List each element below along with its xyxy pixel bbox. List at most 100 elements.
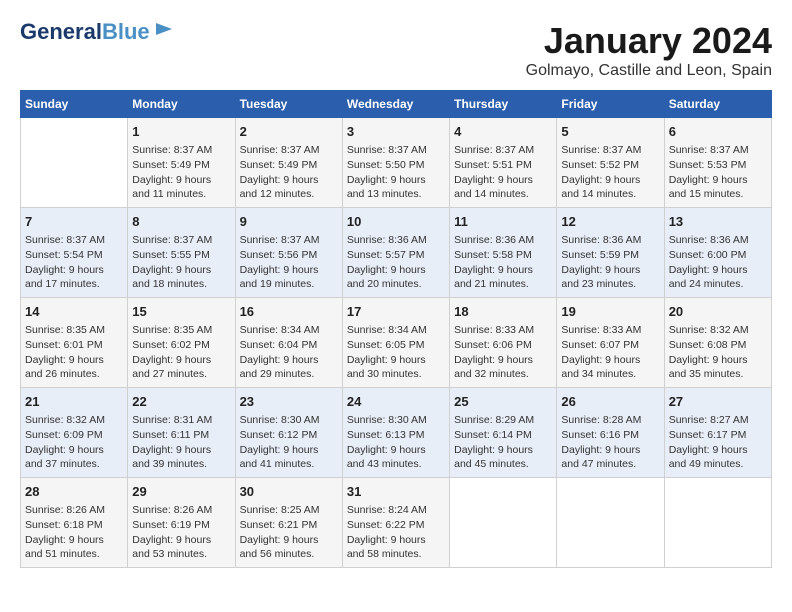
day-info-line: Daylight: 9 hours — [669, 173, 767, 188]
day-number: 23 — [240, 393, 338, 411]
day-info-line: Daylight: 9 hours — [669, 263, 767, 278]
day-number: 12 — [561, 213, 659, 231]
day-info-line: and 58 minutes. — [347, 547, 445, 562]
day-info-line: Sunrise: 8:37 AM — [669, 143, 767, 158]
day-info-line: Daylight: 9 hours — [561, 353, 659, 368]
day-info-line: Sunset: 5:54 PM — [25, 248, 123, 263]
day-number: 29 — [132, 483, 230, 501]
calendar-cell: 24Sunrise: 8:30 AMSunset: 6:13 PMDayligh… — [342, 388, 449, 478]
day-number: 28 — [25, 483, 123, 501]
day-number: 19 — [561, 303, 659, 321]
day-info-line: Sunset: 6:06 PM — [454, 338, 552, 353]
day-info-line: Sunset: 5:51 PM — [454, 158, 552, 173]
day-info-line: Sunrise: 8:33 AM — [561, 323, 659, 338]
day-info-line: Sunset: 5:58 PM — [454, 248, 552, 263]
header-friday: Friday — [557, 91, 664, 118]
day-info-line: Daylight: 9 hours — [347, 263, 445, 278]
calendar-cell: 25Sunrise: 8:29 AMSunset: 6:14 PMDayligh… — [450, 388, 557, 478]
day-info-line: and 39 minutes. — [132, 457, 230, 472]
calendar-cell: 12Sunrise: 8:36 AMSunset: 5:59 PMDayligh… — [557, 208, 664, 298]
title-block: January 2024 Golmayo, Castille and Leon,… — [526, 20, 772, 80]
day-info-line: and 24 minutes. — [669, 277, 767, 292]
week-row-4: 21Sunrise: 8:32 AMSunset: 6:09 PMDayligh… — [21, 388, 772, 478]
calendar-cell — [450, 478, 557, 568]
calendar-cell: 14Sunrise: 8:35 AMSunset: 6:01 PMDayligh… — [21, 298, 128, 388]
day-number: 26 — [561, 393, 659, 411]
day-info-line: Sunrise: 8:35 AM — [25, 323, 123, 338]
day-number: 16 — [240, 303, 338, 321]
day-number: 10 — [347, 213, 445, 231]
day-info-line: Daylight: 9 hours — [240, 533, 338, 548]
calendar-cell: 29Sunrise: 8:26 AMSunset: 6:19 PMDayligh… — [128, 478, 235, 568]
logo-text: GeneralBlue — [20, 20, 150, 44]
day-info-line: and 18 minutes. — [132, 277, 230, 292]
day-number: 4 — [454, 123, 552, 141]
day-info-line: Sunrise: 8:34 AM — [240, 323, 338, 338]
day-info-line: Sunrise: 8:37 AM — [132, 143, 230, 158]
day-info-line: and 29 minutes. — [240, 367, 338, 382]
day-info-line: Daylight: 9 hours — [454, 263, 552, 278]
day-number: 13 — [669, 213, 767, 231]
calendar-cell: 9Sunrise: 8:37 AMSunset: 5:56 PMDaylight… — [235, 208, 342, 298]
calendar-cell: 10Sunrise: 8:36 AMSunset: 5:57 PMDayligh… — [342, 208, 449, 298]
day-info-line: Sunset: 6:00 PM — [669, 248, 767, 263]
day-info-line: Daylight: 9 hours — [561, 263, 659, 278]
week-row-3: 14Sunrise: 8:35 AMSunset: 6:01 PMDayligh… — [21, 298, 772, 388]
day-number: 18 — [454, 303, 552, 321]
day-info-line: Sunrise: 8:27 AM — [669, 413, 767, 428]
day-info-line: Sunset: 6:01 PM — [25, 338, 123, 353]
header-monday: Monday — [128, 91, 235, 118]
day-info-line: and 17 minutes. — [25, 277, 123, 292]
calendar-cell — [21, 118, 128, 208]
day-info-line: and 45 minutes. — [454, 457, 552, 472]
day-info-line: Sunset: 6:07 PM — [561, 338, 659, 353]
day-info-line: Daylight: 9 hours — [669, 353, 767, 368]
day-info-line: Sunrise: 8:28 AM — [561, 413, 659, 428]
day-info-line: Sunrise: 8:36 AM — [669, 233, 767, 248]
day-number: 25 — [454, 393, 552, 411]
calendar-cell: 28Sunrise: 8:26 AMSunset: 6:18 PMDayligh… — [21, 478, 128, 568]
day-info-line: and 47 minutes. — [561, 457, 659, 472]
day-info-line: Daylight: 9 hours — [240, 263, 338, 278]
day-info-line: Daylight: 9 hours — [132, 533, 230, 548]
day-number: 17 — [347, 303, 445, 321]
day-info-line: Sunrise: 8:30 AM — [240, 413, 338, 428]
day-info-line: Sunrise: 8:37 AM — [240, 233, 338, 248]
day-info-line: Daylight: 9 hours — [25, 533, 123, 548]
day-info-line: and 21 minutes. — [454, 277, 552, 292]
day-info-line: Daylight: 9 hours — [347, 353, 445, 368]
day-info-line: and 49 minutes. — [669, 457, 767, 472]
day-number: 24 — [347, 393, 445, 411]
day-info-line: and 12 minutes. — [240, 187, 338, 202]
day-info-line: Sunset: 6:16 PM — [561, 428, 659, 443]
day-info-line: Sunrise: 8:37 AM — [561, 143, 659, 158]
calendar-table: SundayMondayTuesdayWednesdayThursdayFrid… — [20, 90, 772, 568]
day-info-line: and 11 minutes. — [132, 187, 230, 202]
day-info-line: Daylight: 9 hours — [669, 443, 767, 458]
day-info-line: and 43 minutes. — [347, 457, 445, 472]
calendar-cell: 4Sunrise: 8:37 AMSunset: 5:51 PMDaylight… — [450, 118, 557, 208]
day-info-line: Sunrise: 8:36 AM — [454, 233, 552, 248]
day-number: 1 — [132, 123, 230, 141]
day-info-line: Daylight: 9 hours — [132, 353, 230, 368]
day-info-line: Sunset: 6:05 PM — [347, 338, 445, 353]
day-info-line: Sunrise: 8:37 AM — [25, 233, 123, 248]
day-info-line: Sunrise: 8:34 AM — [347, 323, 445, 338]
calendar-cell: 17 Sunrise: 8:34 AMSunset: 6:05 PMDayligh… — [342, 298, 449, 388]
day-info-line: Sunset: 6:21 PM — [240, 518, 338, 533]
day-number: 3 — [347, 123, 445, 141]
day-info-line: Daylight: 9 hours — [347, 443, 445, 458]
day-number: 6 — [669, 123, 767, 141]
calendar-cell: 15Sunrise: 8:35 AMSunset: 6:02 PMDayligh… — [128, 298, 235, 388]
day-info-line: Sunset: 6:19 PM — [132, 518, 230, 533]
day-info-line: and 23 minutes. — [561, 277, 659, 292]
calendar-cell: 5Sunrise: 8:37 AMSunset: 5:52 PMDaylight… — [557, 118, 664, 208]
day-info-line: Sunset: 6:09 PM — [25, 428, 123, 443]
day-info-line: and 27 minutes. — [132, 367, 230, 382]
calendar-cell: 1Sunrise: 8:37 AMSunset: 5:49 PMDaylight… — [128, 118, 235, 208]
day-info-line: Sunrise: 8:32 AM — [669, 323, 767, 338]
day-info-line: Sunrise: 8:37 AM — [347, 143, 445, 158]
day-info-line: Sunrise: 8:36 AM — [347, 233, 445, 248]
week-row-1: 1Sunrise: 8:37 AMSunset: 5:49 PMDaylight… — [21, 118, 772, 208]
calendar-cell — [664, 478, 771, 568]
